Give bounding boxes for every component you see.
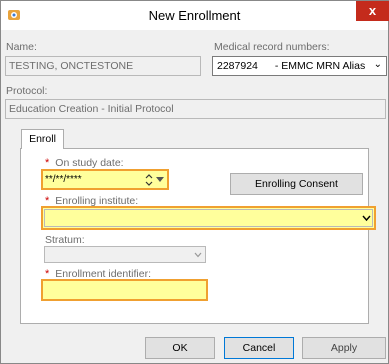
institute-select[interactable] — [44, 209, 373, 227]
mrn-label: Medical record numbers: — [214, 41, 330, 53]
stratum-label: Stratum: — [45, 234, 85, 246]
mrn-select[interactable]: 2287924 - EMMC MRN Alias ⌄ — [212, 56, 387, 76]
ok-button[interactable]: OK — [145, 337, 215, 359]
stratum-select[interactable] — [44, 246, 206, 263]
name-field: TESTING, ONCTESTONE — [5, 56, 201, 76]
study-date-label-row: * On study date: — [45, 157, 124, 169]
protocol-label: Protocol: — [6, 85, 48, 97]
chevron-down-icon: ⌄ — [373, 59, 382, 70]
required-marker: * — [45, 157, 50, 169]
protocol-field: Education Creation - Initial Protocol — [5, 99, 386, 119]
study-date-highlight: **/**/**** — [41, 169, 169, 190]
chevron-down-icon — [194, 252, 202, 258]
apply-button[interactable]: Apply — [302, 337, 386, 359]
new-enrollment-dialog: New Enrollment x Name: TESTING, ONCTESTO… — [0, 0, 389, 364]
date-dropdown-icon[interactable] — [156, 177, 164, 183]
dialog-title: New Enrollment — [148, 8, 241, 23]
chevron-down-icon — [362, 215, 371, 222]
study-date-input[interactable]: **/**/**** — [45, 174, 82, 185]
tab-enroll[interactable]: Enroll — [21, 129, 64, 149]
identifier-input[interactable] — [41, 279, 208, 301]
mrn-number: 2287924 — [217, 60, 258, 72]
cancel-button[interactable]: Cancel — [224, 337, 294, 359]
mrn-alias: - EMMC MRN Alias — [274, 60, 366, 72]
study-date-label: On study date: — [55, 157, 124, 169]
enrolling-consent-button[interactable]: Enrolling Consent — [230, 173, 363, 195]
date-spinner-icon[interactable] — [144, 173, 154, 187]
institute-highlight — [41, 206, 376, 230]
name-label: Name: — [6, 41, 37, 53]
title-bar: New Enrollment x — [1, 1, 389, 30]
close-button[interactable]: x — [356, 1, 389, 21]
